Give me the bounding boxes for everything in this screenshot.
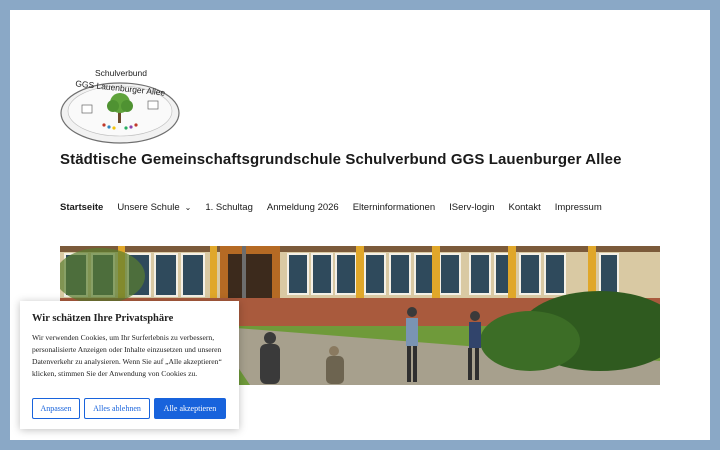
site-title[interactable]: Städtische Gemeinschaftsgrundschule Schu… [60,151,622,168]
nav-item-label: Impressum [554,202,602,213]
main-navigation: Startseite Unsere Schule ⌄ 1. Schultag An… [60,202,616,213]
reject-all-button[interactable]: Alles ablehnen [84,398,150,419]
cookie-title: Wir schätzen Ihre Privatsphäre [32,313,174,324]
nav-item-label: Anmeldung 2026 [266,202,339,213]
school-tree-logo-icon: Schulverbund GGS Lauenburger Allee [60,68,180,144]
nav-item-iserv-login[interactable]: IServ-login [449,202,494,213]
logo-top-text: Schulverbund [95,68,147,78]
nav-item-impressum[interactable]: Impressum [555,202,602,213]
page: Schulverbund GGS Lauenburger Allee Städt… [10,10,710,440]
nav-item-label: 1. Schultag [205,202,253,213]
cookie-consent-banner: Wir schätzen Ihre Privatsphäre Wir verwe… [20,301,239,429]
nav-item-startseite[interactable]: Startseite [60,202,103,213]
nav-item-label: Unsere Schule [117,202,180,213]
accept-all-button[interactable]: Alle akzeptieren [154,398,226,419]
customize-button[interactable]: Anpassen [32,398,80,419]
school-logo[interactable]: Schulverbund GGS Lauenburger Allee [60,65,182,155]
nav-item-elterninformationen[interactable]: Elterninformationen [353,202,435,213]
nav-item-anmeldung[interactable]: Anmeldung 2026 [267,202,339,213]
nav-item-label: Kontakt [508,202,541,213]
nav-item-label: Elterninformationen [352,202,436,213]
cookie-text: Wir verwenden Cookies, um Ihr Surferlebn… [32,333,222,378]
nav-item-kontakt[interactable]: Kontakt [509,202,541,213]
chevron-down-icon[interactable]: ⌄ [185,203,192,212]
nav-item-label: IServ-login [449,202,495,213]
nav-item-label: Startseite [60,202,104,213]
nav-item-unsere-schule[interactable]: Unsere Schule ⌄ [117,202,191,213]
nav-item-schultag[interactable]: 1. Schultag [205,202,253,213]
